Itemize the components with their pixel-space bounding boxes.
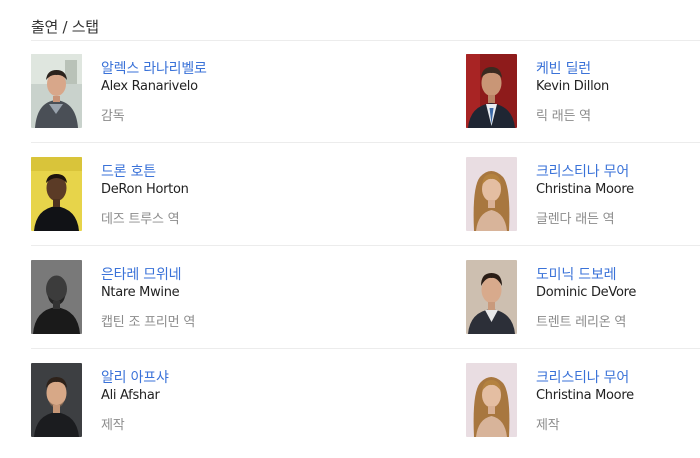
cast-name-link[interactable]: 케빈 딜런 xyxy=(536,60,609,78)
cast-name-english: Kevin Dillon xyxy=(536,79,609,94)
cast-name-english: DeRon Horton xyxy=(101,182,189,197)
cast-name-link[interactable]: 알렉스 라나리벨로 xyxy=(101,60,207,78)
cast-role: 글렌다 래든 역 xyxy=(536,212,615,227)
cast-name-link[interactable]: 크리스티나 무어 xyxy=(536,369,634,387)
cast-photo[interactable] xyxy=(31,54,82,128)
cast-name-link[interactable]: 드론 호튼 xyxy=(101,163,189,181)
cast-row: 알렉스 라나리벨로 Alex Ranarivelo 감독 케빈 딜런 Kevin… xyxy=(31,40,700,143)
cast-card: 케빈 딜런 Kevin Dillon 릭 래든 역 xyxy=(466,54,609,128)
cast-name-english: Alex Ranarivelo xyxy=(101,79,198,94)
cast-role: 제작 xyxy=(101,418,125,433)
cast-role: 감독 xyxy=(101,109,125,124)
cast-row: 은타레 므위네 Ntare Mwine 캡틴 조 프리먼 역 도미닉 드보레 D… xyxy=(31,246,700,349)
cast-name-link[interactable]: 은타레 므위네 xyxy=(101,266,195,284)
cast-card: 크리스티나 무어 Christina Moore 제작 xyxy=(466,363,634,437)
cast-photo[interactable] xyxy=(31,260,82,334)
cast-role: 제작 xyxy=(536,418,560,433)
cast-name-english: Ali Afshar xyxy=(101,388,160,403)
cast-card: 알렉스 라나리벨로 Alex Ranarivelo 감독 xyxy=(31,54,207,128)
cast-name-english: Christina Moore xyxy=(536,182,634,197)
cast-photo[interactable] xyxy=(31,363,82,437)
cast-name-english: Christina Moore xyxy=(536,388,634,403)
cast-photo[interactable] xyxy=(31,157,82,231)
cast-name-link[interactable]: 도미닉 드보레 xyxy=(536,266,636,284)
cast-card: 드론 호튼 DeRon Horton 데즈 트루스 역 xyxy=(31,157,189,231)
cast-name-english: Dominic DeVore xyxy=(536,285,637,300)
cast-photo[interactable] xyxy=(466,260,517,334)
cast-role: 릭 래든 역 xyxy=(536,109,591,124)
cast-list: 알렉스 라나리벨로 Alex Ranarivelo 감독 케빈 딜런 Kevin… xyxy=(31,40,700,452)
cast-role: 캡틴 조 프리먼 역 xyxy=(101,315,196,330)
cast-role: 데즈 트루스 역 xyxy=(101,212,180,227)
cast-section-title: 출연 / 스탭 xyxy=(31,18,99,36)
cast-photo[interactable] xyxy=(466,157,517,231)
cast-role: 트렌트 레리온 역 xyxy=(536,315,627,330)
cast-name-english: Ntare Mwine xyxy=(101,285,180,300)
cast-card: 알리 아프샤 Ali Afshar 제작 xyxy=(31,363,169,437)
cast-photo[interactable] xyxy=(466,54,517,128)
cast-card: 은타레 므위네 Ntare Mwine 캡틴 조 프리먼 역 xyxy=(31,260,195,334)
cast-photo[interactable] xyxy=(466,363,517,437)
cast-card: 크리스티나 무어 Christina Moore 글렌다 래든 역 xyxy=(466,157,634,231)
cast-name-link[interactable]: 알리 아프샤 xyxy=(101,369,169,387)
cast-row: 알리 아프샤 Ali Afshar 제작 크리스티나 무어 Christina … xyxy=(31,349,700,452)
cast-card: 도미닉 드보레 Dominic DeVore 트렌트 레리온 역 xyxy=(466,260,636,334)
cast-row: 드론 호튼 DeRon Horton 데즈 트루스 역 크리스티나 무어 Chr… xyxy=(31,143,700,246)
cast-name-link[interactable]: 크리스티나 무어 xyxy=(536,163,634,181)
